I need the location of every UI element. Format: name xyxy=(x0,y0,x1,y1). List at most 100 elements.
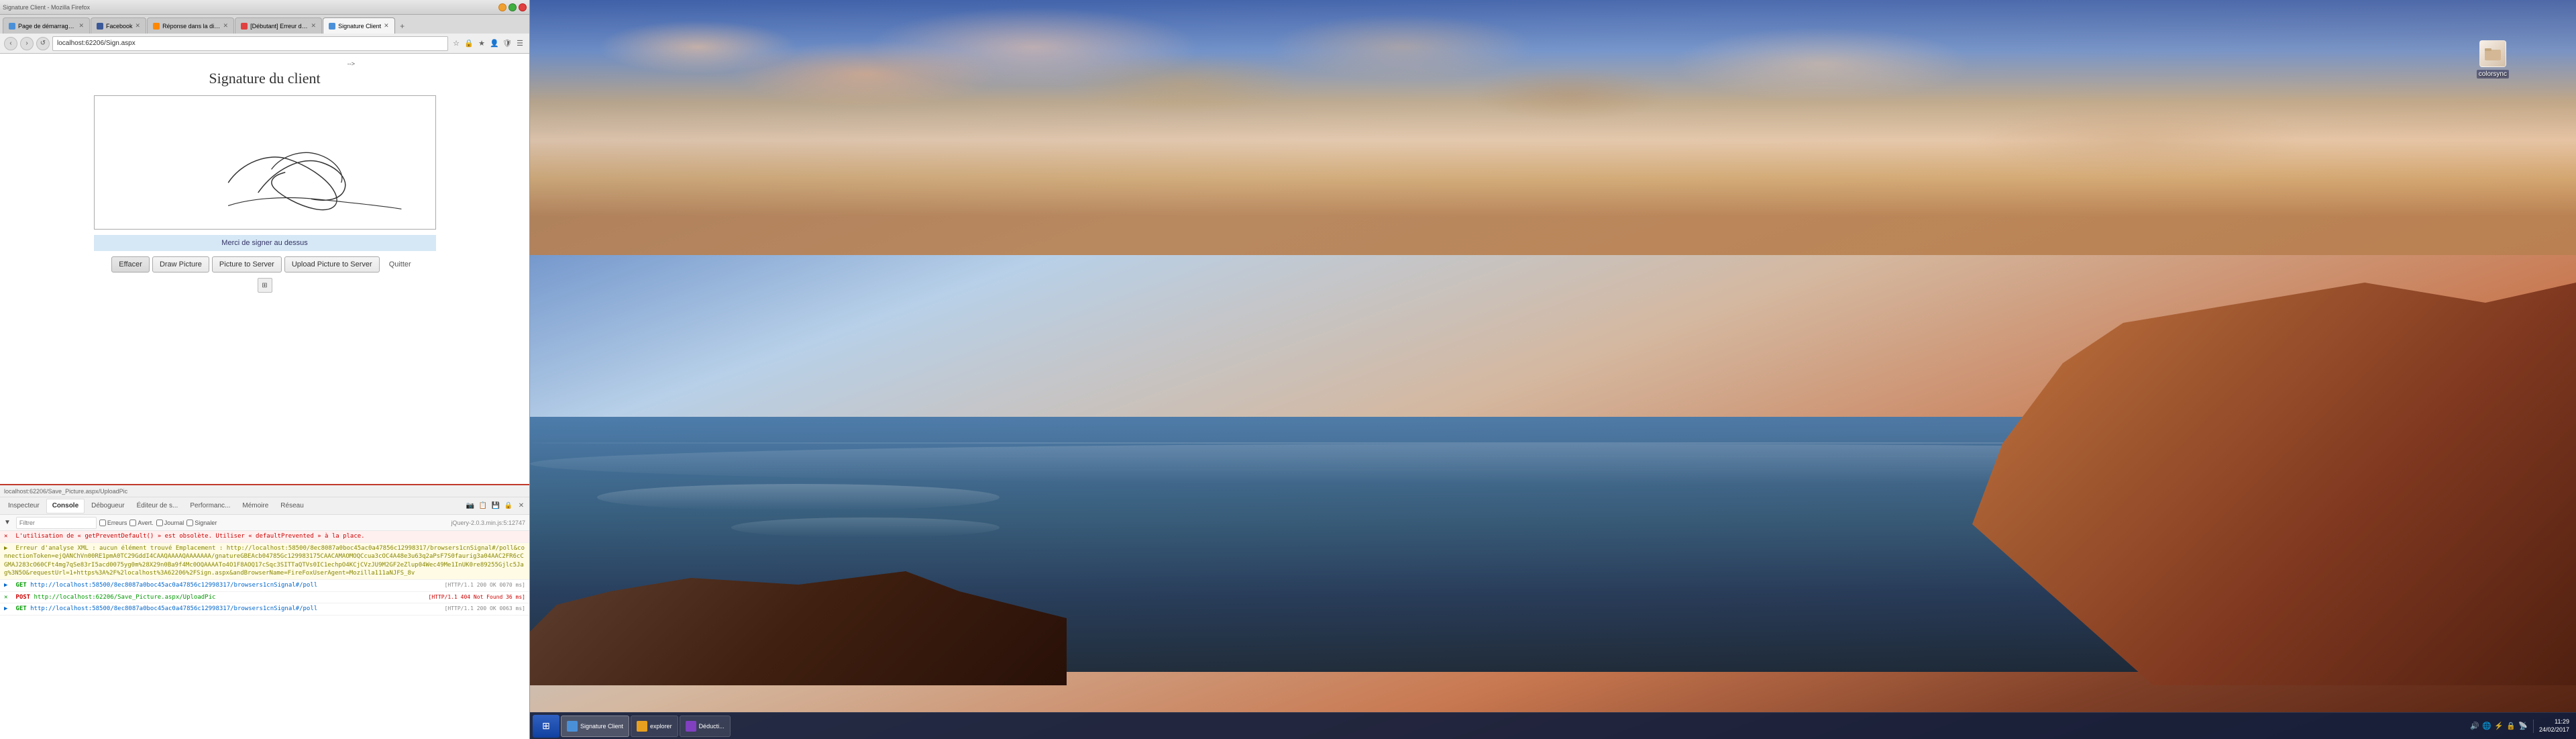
wave-foam-2 xyxy=(731,518,1000,538)
devtools-save-icon[interactable]: 💾 xyxy=(490,501,501,511)
desktop: colorsync ⊞ Signature Client explorer Dé… xyxy=(530,0,2576,739)
devtab-memoire[interactable]: Mémoire xyxy=(237,499,274,513)
tray-divider xyxy=(2533,720,2534,733)
start-button[interactable]: ⊞ xyxy=(533,715,559,738)
maximize-button[interactable] xyxy=(508,3,517,11)
devtools-panel: localhost:62206/Save_Picture.aspx/Upload… xyxy=(0,484,529,739)
devtools-content: ✕ L'utilisation de « getPreventDefault()… xyxy=(0,531,529,739)
filter-checkbox-signaler[interactable]: Signaler xyxy=(186,520,217,526)
system-tray: 🔊 🌐 ⚡ 🔒 📡 11:29 24/02/2017 xyxy=(2466,718,2573,734)
new-tab-button[interactable]: + xyxy=(396,19,409,34)
devtab-debogueur[interactable]: Débogueur xyxy=(86,499,129,513)
devtab-reseau[interactable]: Réseau xyxy=(275,499,309,513)
tab-close-icon[interactable]: ✕ xyxy=(136,22,141,30)
erase-button[interactable]: Effacer xyxy=(111,256,150,273)
cloud-7 xyxy=(1670,27,1972,101)
desktop-icon-colorsync[interactable]: colorsync xyxy=(2477,40,2509,79)
user-icon[interactable]: 👤 xyxy=(489,38,500,49)
console-text: L'utilisation de « getPreventDefault() »… xyxy=(15,533,364,540)
taskbar-btn-icon xyxy=(637,721,647,732)
tab-close-icon[interactable]: ✕ xyxy=(311,22,317,30)
back-button[interactable]: ‹ xyxy=(4,37,17,50)
taskbar-btn-icon xyxy=(686,721,696,732)
tab-close-icon[interactable]: ✕ xyxy=(384,22,389,30)
menu-icon[interactable]: ☰ xyxy=(515,38,525,49)
avert-checkbox[interactable] xyxy=(129,520,136,526)
bookmark-icon[interactable]: ☆ xyxy=(451,38,462,49)
devtools-lock-icon: 🔒 xyxy=(503,501,514,511)
tray-icon-volume[interactable]: 🔊 xyxy=(2470,722,2479,731)
tab-demarrage[interactable]: Page de démarrage de M... ✕ xyxy=(3,17,90,34)
devtab-console[interactable]: Console xyxy=(46,499,85,513)
taskbar-btn-explorer[interactable]: explorer xyxy=(631,716,678,737)
devtools-icons: 📷 📋 💾 🔒 ✕ xyxy=(465,501,527,511)
tray-icon-lock: 🔒 xyxy=(2506,722,2516,731)
devtab-editeur[interactable]: Éditeur de s... xyxy=(131,499,184,513)
page-title: Signature du client xyxy=(209,70,320,87)
minimize-button[interactable] xyxy=(498,3,506,11)
taskbar-btn-label: Déducti... xyxy=(699,723,724,730)
browser-window: Signature Client - Mozilla Firefox Page … xyxy=(0,0,530,739)
signature-canvas[interactable] xyxy=(94,95,436,230)
reload-button[interactable]: ↺ xyxy=(36,37,50,50)
journal-checkbox[interactable] xyxy=(156,520,163,526)
clock[interactable]: 11:29 24/02/2017 xyxy=(2539,718,2569,734)
console-method: POST xyxy=(15,594,34,601)
status-badge: [HTTP/1.1 200 OK 0063 ms] xyxy=(445,605,525,612)
picture-to-server-button[interactable]: Picture to Server xyxy=(212,256,282,273)
tab-facebook[interactable]: Facebook ✕ xyxy=(91,17,146,34)
taskbar-btn-label: Signature Client xyxy=(580,723,623,730)
devtab-inspecteur[interactable]: Inspecteur xyxy=(3,499,45,513)
taskbar-btn-signature[interactable]: Signature Client xyxy=(561,716,629,737)
console-text: Erreur d'analyse XML : aucun élément tro… xyxy=(4,545,525,577)
cloud-8 xyxy=(1972,101,2308,181)
tab-label: [Débutant] Erreur de comp... xyxy=(250,23,308,30)
tab-close-icon[interactable]: ✕ xyxy=(78,22,84,30)
forward-button[interactable]: › xyxy=(20,37,34,50)
filter-label: ▼ xyxy=(4,519,11,526)
filter-checkbox-journal[interactable]: Journal xyxy=(156,520,184,526)
close-button[interactable] xyxy=(519,3,527,11)
filter-checkbox-errors[interactable]: Erreurs xyxy=(99,520,127,526)
get-icon: ▶ xyxy=(4,605,12,613)
tray-icon-power: ⚡ xyxy=(2494,722,2504,731)
desktop-icon-label: colorsync xyxy=(2477,70,2509,79)
console-url: http://localhost:58500/8ec8087a0boc45ac0… xyxy=(30,605,317,612)
warning-icon: ▶ xyxy=(4,544,12,553)
console-method: GET xyxy=(15,605,30,612)
small-action-button[interactable]: ⊞ xyxy=(258,278,272,293)
devtools-clipboard-icon[interactable]: 📋 xyxy=(478,501,488,511)
get-icon: ▶ xyxy=(4,581,12,590)
console-line-3: ✕ POST http://localhost:62206/Save_Pictu… xyxy=(0,592,529,604)
devtools-close-icon[interactable]: ✕ xyxy=(516,501,527,511)
draw-picture-button[interactable]: Draw Picture xyxy=(152,256,209,273)
signaler-checkbox[interactable] xyxy=(186,520,193,526)
tray-icon-signal: 📡 xyxy=(2518,722,2528,731)
tab-label: Page de démarrage de M... xyxy=(18,23,76,30)
tab-favicon xyxy=(9,23,15,30)
tray-icon-network[interactable]: 🌐 xyxy=(2482,722,2491,731)
console-filter-input[interactable] xyxy=(16,517,97,529)
quit-button[interactable]: Quitter xyxy=(382,256,418,273)
filter-checkbox-avert[interactable]: Avert. xyxy=(129,520,153,526)
browser-content: --> Signature du client Merci de signer … xyxy=(0,54,529,739)
devtools-toolbar: ▼ Erreurs Avert. Journal Signaler xyxy=(0,515,529,531)
console-url: http://localhost:62206/Save_Picture.aspx… xyxy=(34,594,216,601)
devtools-camera-icon[interactable]: 📷 xyxy=(465,501,476,511)
tab-reponse[interactable]: Réponse dans la discussion... ✕ xyxy=(147,17,234,34)
star-icon[interactable]: ★ xyxy=(476,38,487,49)
tab-debutant[interactable]: [Débutant] Erreur de comp... ✕ xyxy=(235,17,322,34)
address-bar: ‹ › ↺ localhost:62206/Sign.aspx ☆ 🔒 ★ 👤 … xyxy=(0,34,529,54)
tab-close-icon[interactable]: ✕ xyxy=(223,22,229,30)
tab-favicon xyxy=(241,23,248,30)
url-field[interactable]: localhost:62206/Sign.aspx xyxy=(52,36,448,51)
errors-checkbox[interactable] xyxy=(99,520,106,526)
devtab-performance[interactable]: Performanc... xyxy=(184,499,235,513)
taskbar-btn-label: explorer xyxy=(650,723,672,730)
upload-picture-server-button[interactable]: Upload Picture to Server xyxy=(284,256,380,273)
cloud-5 xyxy=(1268,13,1536,81)
tab-favicon xyxy=(97,23,103,30)
folder-icon xyxy=(2483,44,2502,63)
tab-signature-client[interactable]: Signature Client ✕ xyxy=(323,17,395,34)
taskbar-btn-deducti[interactable]: Déducti... xyxy=(680,716,731,737)
